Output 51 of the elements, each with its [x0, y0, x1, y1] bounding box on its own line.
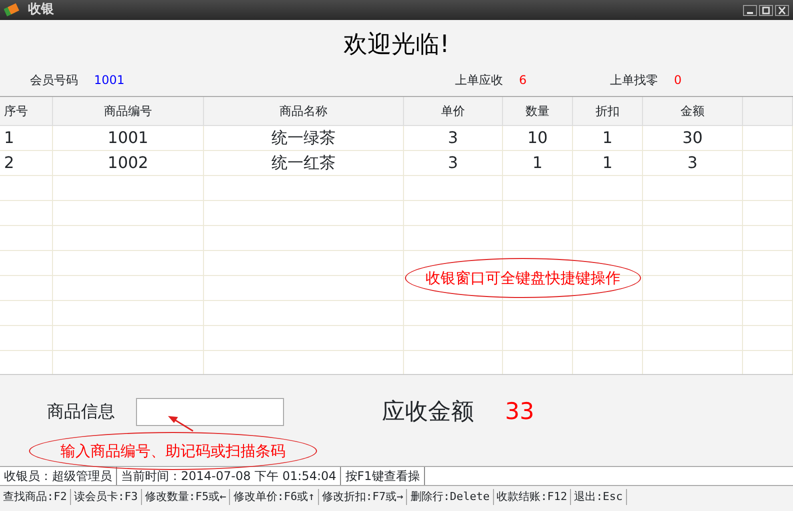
shortcut-hint: 读会员卡:F3 — [70, 488, 142, 506]
field-value: 0 — [674, 72, 682, 89]
table-cell-text: 30 — [682, 127, 703, 149]
field-value: 1001 — [94, 72, 125, 89]
column-header: 商品编号 — [104, 103, 152, 120]
shortcut-hint: 删除行:Delete — [407, 488, 494, 506]
table-cell-text: 1 — [602, 127, 613, 149]
annotation-callout: 收银窗口可全键盘快捷键操作 — [405, 258, 641, 298]
welcome-heading: 欢迎光临! — [342, 29, 450, 60]
column-header: 折扣 — [596, 103, 620, 120]
table-cell-text: 1 — [4, 127, 14, 149]
total-label: 应收金额 — [382, 398, 474, 427]
close-button[interactable] — [775, 4, 789, 16]
table-cell-text: 1002 — [108, 152, 148, 174]
table-cell-text: 10 — [527, 127, 548, 149]
shortcut-hint: 查找商品:F2 — [0, 488, 71, 506]
field-value: 6 — [519, 72, 527, 89]
total-value: 33 — [505, 398, 534, 427]
table-cell-text: 1 — [602, 152, 613, 174]
table-cell-text: 3 — [448, 152, 458, 174]
table-cell-text: 统一绿茶 — [272, 127, 336, 149]
column-header: 金额 — [680, 103, 704, 120]
field-label: 会员号码 — [30, 72, 78, 89]
status-text: 按F1键查看操 — [341, 467, 425, 485]
annotation-callout: 输入商品编号、助记码或扫描条码 — [29, 432, 317, 470]
table-cell-text: 2 — [4, 152, 14, 174]
shortcut-hint: 退出:Esc — [571, 488, 627, 506]
maximize-button[interactable] — [759, 4, 773, 16]
column-header: 序号 — [4, 103, 28, 120]
shortcut-hint: 修改单价:F6或↑ — [230, 488, 319, 506]
column-header: 商品名称 — [280, 103, 328, 120]
column-header: 数量 — [526, 103, 550, 120]
column-header: 单价 — [441, 103, 465, 120]
product-input[interactable] — [136, 398, 284, 426]
table-cell-text: 3 — [448, 127, 458, 149]
shortcut-hint: 修改数量:F5或← — [142, 488, 230, 506]
table-cell-text: 3 — [687, 152, 698, 174]
field-label: 上单找零 — [610, 72, 658, 89]
status-text: 当前时间：2014-07-08 下午 01:54:04 — [117, 467, 342, 485]
app-icon — [4, 3, 20, 17]
field-label: 商品信息 — [47, 401, 115, 424]
table-cell-text: 1 — [532, 152, 543, 174]
status-text: 收银员：超级管理员 — [0, 467, 117, 485]
shortcut-hint: 修改折扣:F7或→ — [318, 488, 408, 506]
arrow-icon — [167, 415, 195, 433]
table-cell-text: 1001 — [108, 127, 148, 149]
minimize-button[interactable] — [743, 4, 757, 16]
window-title: 收银 — [28, 1, 54, 20]
field-label: 上单应收 — [455, 72, 503, 89]
table-cell-text: 统一红茶 — [272, 152, 336, 174]
shortcut-hint: 收款结账:F12 — [494, 488, 572, 506]
